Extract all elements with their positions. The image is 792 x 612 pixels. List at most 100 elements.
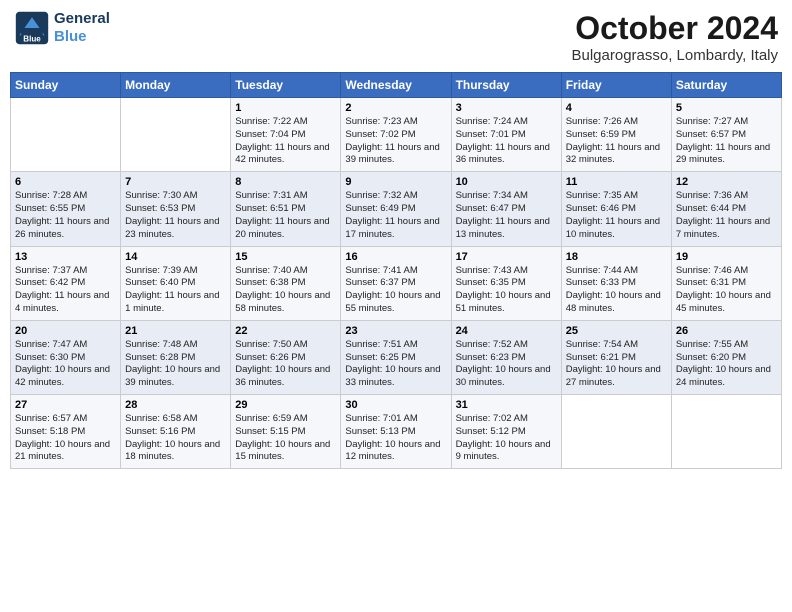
day-number: 14 — [125, 251, 226, 263]
calendar-cell: 20 Sunrise: 7:47 AMSunset: 6:30 PMDaylig… — [11, 320, 121, 394]
weekday-header-friday: Friday — [561, 73, 671, 98]
day-info: Sunrise: 6:58 AMSunset: 5:16 PMDaylight:… — [125, 413, 226, 464]
day-number: 10 — [456, 176, 557, 188]
calendar-cell — [671, 395, 781, 469]
day-number: 20 — [15, 325, 116, 337]
day-number: 6 — [15, 176, 116, 188]
day-number: 7 — [125, 176, 226, 188]
day-info: Sunrise: 7:47 AMSunset: 6:30 PMDaylight:… — [15, 339, 116, 390]
month-title: October 2024 — [572, 10, 779, 47]
day-number: 28 — [125, 399, 226, 411]
day-info: Sunrise: 7:22 AMSunset: 7:04 PMDaylight:… — [235, 116, 336, 167]
calendar-cell — [561, 395, 671, 469]
day-number: 2 — [345, 102, 446, 114]
day-number: 4 — [566, 102, 667, 114]
calendar-cell: 12 Sunrise: 7:36 AMSunset: 6:44 PMDaylig… — [671, 172, 781, 246]
day-info: Sunrise: 7:01 AMSunset: 5:13 PMDaylight:… — [345, 413, 446, 464]
calendar-cell: 13 Sunrise: 7:37 AMSunset: 6:42 PMDaylig… — [11, 246, 121, 320]
calendar-cell: 27 Sunrise: 6:57 AMSunset: 5:18 PMDaylig… — [11, 395, 121, 469]
calendar-cell: 5 Sunrise: 7:27 AMSunset: 6:57 PMDayligh… — [671, 98, 781, 172]
day-number: 5 — [676, 102, 777, 114]
week-row-1: 1 Sunrise: 7:22 AMSunset: 7:04 PMDayligh… — [11, 98, 782, 172]
svg-text:Blue: Blue — [23, 35, 41, 44]
weekday-header-saturday: Saturday — [671, 73, 781, 98]
week-row-5: 27 Sunrise: 6:57 AMSunset: 5:18 PMDaylig… — [11, 395, 782, 469]
calendar-table: SundayMondayTuesdayWednesdayThursdayFrid… — [10, 72, 782, 469]
day-info: Sunrise: 7:32 AMSunset: 6:49 PMDaylight:… — [345, 190, 446, 241]
calendar-cell: 8 Sunrise: 7:31 AMSunset: 6:51 PMDayligh… — [231, 172, 341, 246]
weekday-header-sunday: Sunday — [11, 73, 121, 98]
calendar-cell: 9 Sunrise: 7:32 AMSunset: 6:49 PMDayligh… — [341, 172, 451, 246]
weekday-header-row: SundayMondayTuesdayWednesdayThursdayFrid… — [11, 73, 782, 98]
day-info: Sunrise: 7:34 AMSunset: 6:47 PMDaylight:… — [456, 190, 557, 241]
day-info: Sunrise: 7:28 AMSunset: 6:55 PMDaylight:… — [15, 190, 116, 241]
logo-icon: Blue — [14, 10, 50, 46]
calendar-cell: 11 Sunrise: 7:35 AMSunset: 6:46 PMDaylig… — [561, 172, 671, 246]
day-info: Sunrise: 7:41 AMSunset: 6:37 PMDaylight:… — [345, 265, 446, 316]
day-info: Sunrise: 7:02 AMSunset: 5:12 PMDaylight:… — [456, 413, 557, 464]
day-number: 25 — [566, 325, 667, 337]
day-info: Sunrise: 7:46 AMSunset: 6:31 PMDaylight:… — [676, 265, 777, 316]
day-info: Sunrise: 7:55 AMSunset: 6:20 PMDaylight:… — [676, 339, 777, 390]
day-info: Sunrise: 7:50 AMSunset: 6:26 PMDaylight:… — [235, 339, 336, 390]
page-header: Blue General Blue October 2024 Bulgarogr… — [10, 10, 782, 64]
day-number: 27 — [15, 399, 116, 411]
calendar-cell: 7 Sunrise: 7:30 AMSunset: 6:53 PMDayligh… — [121, 172, 231, 246]
location-title: Bulgarograsso, Lombardy, Italy — [572, 47, 779, 64]
day-number: 11 — [566, 176, 667, 188]
day-number: 31 — [456, 399, 557, 411]
calendar-cell: 6 Sunrise: 7:28 AMSunset: 6:55 PMDayligh… — [11, 172, 121, 246]
day-info: Sunrise: 7:23 AMSunset: 7:02 PMDaylight:… — [345, 116, 446, 167]
title-block: October 2024 Bulgarograsso, Lombardy, It… — [572, 10, 779, 64]
calendar-cell: 16 Sunrise: 7:41 AMSunset: 6:37 PMDaylig… — [341, 246, 451, 320]
logo-text: General Blue — [54, 10, 110, 46]
day-number: 13 — [15, 251, 116, 263]
calendar-cell: 15 Sunrise: 7:40 AMSunset: 6:38 PMDaylig… — [231, 246, 341, 320]
calendar-cell: 14 Sunrise: 7:39 AMSunset: 6:40 PMDaylig… — [121, 246, 231, 320]
calendar-cell: 29 Sunrise: 6:59 AMSunset: 5:15 PMDaylig… — [231, 395, 341, 469]
day-info: Sunrise: 7:36 AMSunset: 6:44 PMDaylight:… — [676, 190, 777, 241]
calendar-cell: 10 Sunrise: 7:34 AMSunset: 6:47 PMDaylig… — [451, 172, 561, 246]
day-number: 15 — [235, 251, 336, 263]
day-info: Sunrise: 7:54 AMSunset: 6:21 PMDaylight:… — [566, 339, 667, 390]
day-number: 29 — [235, 399, 336, 411]
calendar-cell: 24 Sunrise: 7:52 AMSunset: 6:23 PMDaylig… — [451, 320, 561, 394]
calendar-cell — [121, 98, 231, 172]
calendar-cell: 19 Sunrise: 7:46 AMSunset: 6:31 PMDaylig… — [671, 246, 781, 320]
day-info: Sunrise: 7:52 AMSunset: 6:23 PMDaylight:… — [456, 339, 557, 390]
weekday-header-monday: Monday — [121, 73, 231, 98]
calendar-cell: 22 Sunrise: 7:50 AMSunset: 6:26 PMDaylig… — [231, 320, 341, 394]
logo: Blue General Blue — [14, 10, 110, 46]
day-info: Sunrise: 7:37 AMSunset: 6:42 PMDaylight:… — [15, 265, 116, 316]
day-number: 24 — [456, 325, 557, 337]
day-info: Sunrise: 7:51 AMSunset: 6:25 PMDaylight:… — [345, 339, 446, 390]
day-number: 1 — [235, 102, 336, 114]
day-number: 26 — [676, 325, 777, 337]
calendar-cell: 4 Sunrise: 7:26 AMSunset: 6:59 PMDayligh… — [561, 98, 671, 172]
calendar-cell: 21 Sunrise: 7:48 AMSunset: 6:28 PMDaylig… — [121, 320, 231, 394]
day-info: Sunrise: 7:27 AMSunset: 6:57 PMDaylight:… — [676, 116, 777, 167]
day-info: Sunrise: 7:48 AMSunset: 6:28 PMDaylight:… — [125, 339, 226, 390]
calendar-cell: 28 Sunrise: 6:58 AMSunset: 5:16 PMDaylig… — [121, 395, 231, 469]
day-number: 18 — [566, 251, 667, 263]
day-info: Sunrise: 6:59 AMSunset: 5:15 PMDaylight:… — [235, 413, 336, 464]
day-info: Sunrise: 7:43 AMSunset: 6:35 PMDaylight:… — [456, 265, 557, 316]
day-number: 17 — [456, 251, 557, 263]
day-info: Sunrise: 7:35 AMSunset: 6:46 PMDaylight:… — [566, 190, 667, 241]
weekday-header-wednesday: Wednesday — [341, 73, 451, 98]
calendar-cell: 1 Sunrise: 7:22 AMSunset: 7:04 PMDayligh… — [231, 98, 341, 172]
week-row-4: 20 Sunrise: 7:47 AMSunset: 6:30 PMDaylig… — [11, 320, 782, 394]
day-number: 8 — [235, 176, 336, 188]
day-number: 21 — [125, 325, 226, 337]
day-info: Sunrise: 6:57 AMSunset: 5:18 PMDaylight:… — [15, 413, 116, 464]
day-info: Sunrise: 7:44 AMSunset: 6:33 PMDaylight:… — [566, 265, 667, 316]
week-row-2: 6 Sunrise: 7:28 AMSunset: 6:55 PMDayligh… — [11, 172, 782, 246]
day-number: 30 — [345, 399, 446, 411]
calendar-cell: 25 Sunrise: 7:54 AMSunset: 6:21 PMDaylig… — [561, 320, 671, 394]
calendar-cell: 18 Sunrise: 7:44 AMSunset: 6:33 PMDaylig… — [561, 246, 671, 320]
calendar-cell: 26 Sunrise: 7:55 AMSunset: 6:20 PMDaylig… — [671, 320, 781, 394]
day-number: 19 — [676, 251, 777, 263]
day-number: 12 — [676, 176, 777, 188]
calendar-cell: 2 Sunrise: 7:23 AMSunset: 7:02 PMDayligh… — [341, 98, 451, 172]
day-number: 16 — [345, 251, 446, 263]
